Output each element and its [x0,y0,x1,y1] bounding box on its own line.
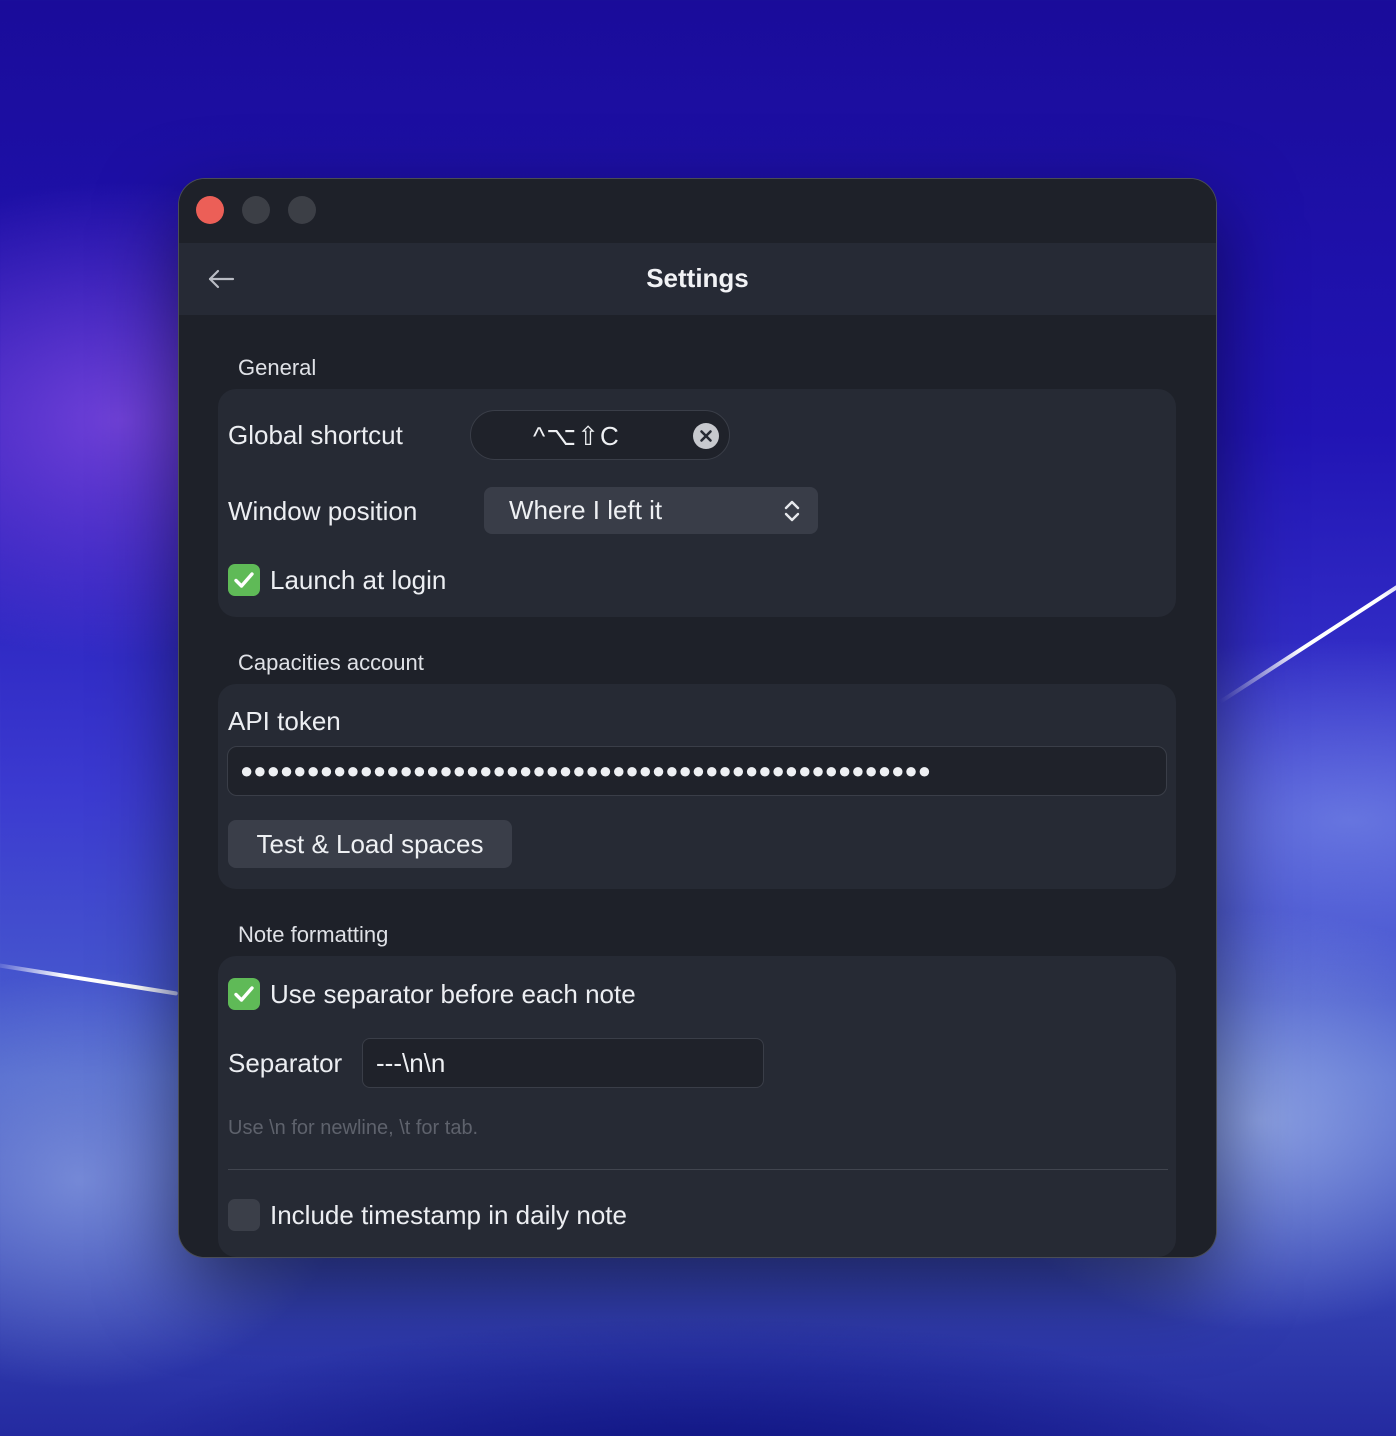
maximize-window-button[interactable] [288,196,316,224]
use-separator-label: Use separator before each note [270,979,636,1009]
page-title: Settings [646,263,749,293]
shortcut-keys: ^⌥⇧C [533,421,620,451]
checkmark-icon [234,572,254,588]
general-card: Global shortcut ^⌥⇧C Window position Whe… [218,389,1176,617]
settings-content: General Global shortcut ^⌥⇧C Window posi… [179,315,1216,1257]
window-position-label: Window position [228,496,418,526]
api-token-label: API token [228,706,341,736]
wallpaper-streak-right [1218,569,1396,704]
window-position-value: Where I left it [509,495,663,525]
account-card: API token ●●●●●●●●●●●●●●●●●●●●●●●●●●●●●●… [218,684,1176,889]
titlebar [179,179,1216,243]
settings-window: Settings General Global shortcut ^⌥⇧C Wi… [179,179,1216,1257]
section-title-formatting: Note formatting [238,922,389,947]
separator-label: Separator [228,1048,343,1078]
launch-at-login-checkbox[interactable] [228,564,260,596]
header-bar: Settings [179,243,1216,315]
api-token-field[interactable]: ●●●●●●●●●●●●●●●●●●●●●●●●●●●●●●●●●●●●●●●●… [227,746,1167,796]
use-separator-checkbox[interactable] [228,978,260,1010]
wallpaper-streak-left [0,962,178,996]
global-shortcut-label: Global shortcut [228,420,403,450]
launch-at-login-label: Launch at login [270,565,447,595]
section-title-account: Capacities account [238,650,424,675]
up-down-chevron-icon [784,500,800,522]
include-timestamp-checkbox[interactable] [228,1199,260,1231]
window-position-select[interactable]: Where I left it [484,487,818,534]
test-load-spaces-button[interactable]: Test & Load spaces [228,820,512,868]
clear-circle-icon[interactable] [693,423,719,449]
close-window-button[interactable] [196,196,224,224]
include-timestamp-label: Include timestamp in daily note [270,1200,627,1230]
section-title-general: General [238,355,317,380]
global-shortcut-recorder[interactable]: ^⌥⇧C [470,410,730,460]
separator-hint: Use \n for newline, \t for tab. [228,1117,479,1139]
separator-field[interactable]: ---\n\n [362,1038,764,1088]
divider [228,1169,1168,1170]
minimize-window-button[interactable] [242,196,270,224]
formatting-card: Use separator before each note Separator… [218,956,1176,1257]
checkmark-icon [234,986,254,1002]
